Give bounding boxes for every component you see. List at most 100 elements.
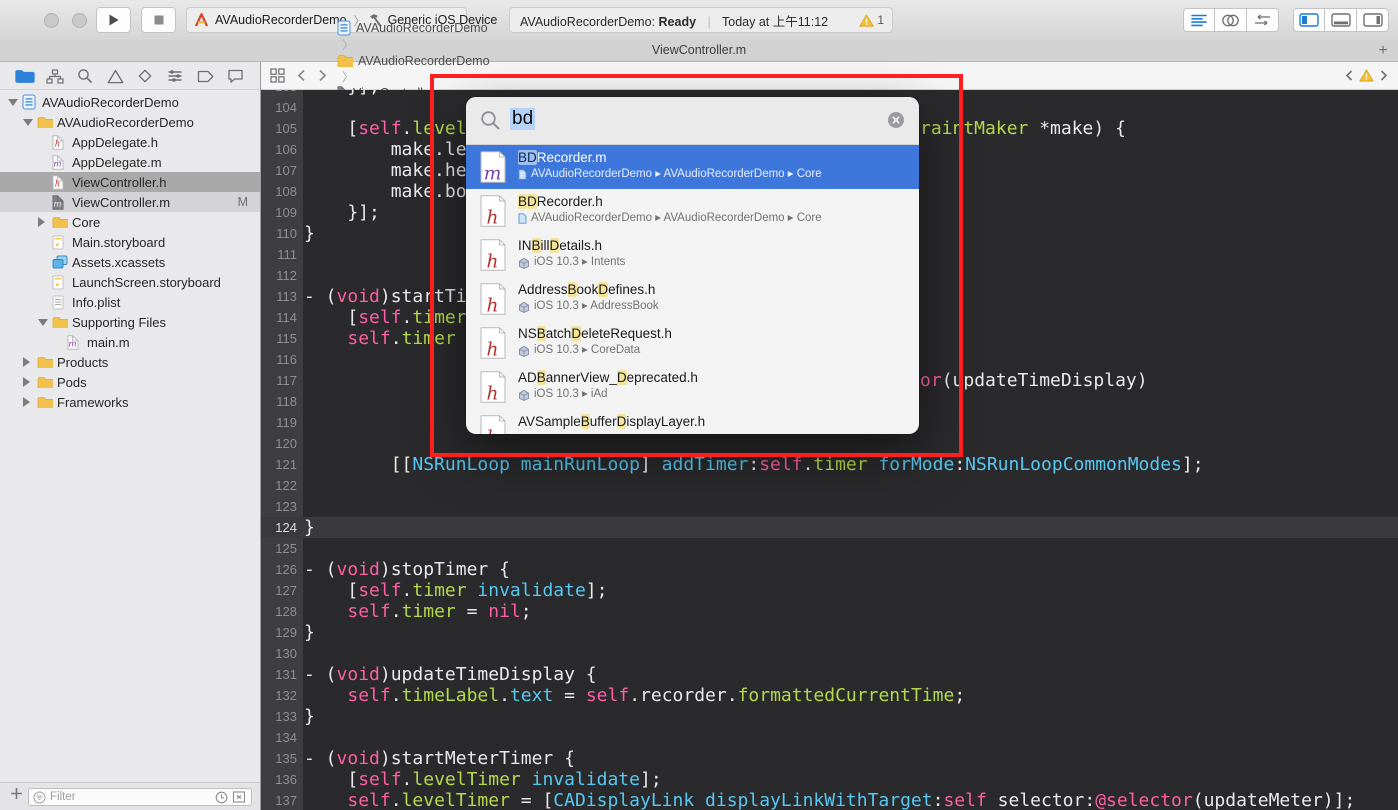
breadcrumb-item[interactable]: AVAudioRecorderDemo — [337, 54, 538, 68]
line-number[interactable]: 128 — [261, 601, 297, 622]
line-number[interactable]: 134 — [261, 727, 297, 748]
sidebar-item-viewcontroller-h[interactable]: hViewController.h — [0, 172, 260, 192]
disclosure-closed-icon[interactable] — [23, 357, 30, 367]
line-number[interactable]: 107 — [261, 160, 297, 181]
line-number[interactable]: 137 — [261, 790, 297, 810]
line-number[interactable]: 111 — [261, 244, 297, 265]
minimize-window-button[interactable] — [72, 13, 87, 28]
symbol-navigator-icon[interactable] — [45, 67, 65, 85]
search-input[interactable]: bd — [510, 108, 535, 130]
sidebar-item-main-storyboard[interactable]: Main.storyboard — [0, 232, 260, 252]
scheme-project-label[interactable]: AVAudioRecorderDemo — [215, 13, 347, 27]
code-line-133[interactable]: 133} — [261, 706, 1398, 727]
code-line-130[interactable]: 130 — [261, 643, 1398, 664]
stop-button[interactable] — [141, 7, 176, 33]
line-number[interactable]: 106 — [261, 139, 297, 160]
sidebar-item-avaudiorecorderdemo[interactable]: AVAudioRecorderDemo — [0, 112, 260, 132]
line-number[interactable]: 124 — [261, 517, 297, 538]
code-line-120[interactable]: 120 — [261, 433, 1398, 454]
code-line-136[interactable]: 136 [self.levelTimer invalidate]; — [261, 769, 1398, 790]
line-number[interactable]: 122 — [261, 475, 297, 496]
line-number[interactable]: 119 — [261, 412, 297, 433]
breakpoint-navigator-icon[interactable] — [195, 67, 215, 85]
line-number[interactable]: 103 — [261, 90, 297, 97]
previous-issue-icon[interactable] — [1345, 70, 1353, 81]
code-line-103[interactable]: 103 }]; — [261, 90, 1398, 97]
test-navigator-icon[interactable] — [135, 67, 155, 85]
line-number[interactable]: 113 — [261, 286, 297, 307]
line-number[interactable]: 136 — [261, 769, 297, 790]
toggle-debug-area-button[interactable] — [1325, 8, 1357, 32]
open-quickly-result[interactable]: hAVSampleBufferDisplayLayer.h — [466, 409, 919, 434]
recent-files-clock-icon[interactable] — [215, 791, 228, 804]
sidebar-item-appdelegate-m[interactable]: mAppDelegate.m — [0, 152, 260, 172]
code-line-126[interactable]: 126- (void)stopTimer { — [261, 559, 1398, 580]
standard-editor-button[interactable] — [1183, 8, 1215, 32]
disclosure-closed-icon[interactable] — [23, 397, 30, 407]
code-line-123[interactable]: 123 — [261, 496, 1398, 517]
line-number[interactable]: 104 — [261, 97, 297, 118]
open-quickly-result[interactable]: hAddressBookDefines.hiOS 10.3 ▸ AddressB… — [466, 277, 919, 321]
line-number[interactable]: 120 — [261, 433, 297, 454]
code-line-122[interactable]: 122 — [261, 475, 1398, 496]
sidebar-item-supporting-files[interactable]: Supporting Files — [0, 312, 260, 332]
line-number[interactable]: 110 — [261, 223, 297, 244]
issue-warning-icon[interactable] — [1359, 69, 1374, 82]
sidebar-item-launchscreen-storyboard[interactable]: LaunchScreen.storyboard — [0, 272, 260, 292]
line-number[interactable]: 131 — [261, 664, 297, 685]
code-line-128[interactable]: 128 self.timer = nil; — [261, 601, 1398, 622]
sidebar-item-frameworks[interactable]: Frameworks — [0, 392, 260, 412]
warning-badge[interactable]: 1 — [859, 13, 884, 27]
project-navigator-icon[interactable] — [15, 67, 35, 85]
line-number[interactable]: 132 — [261, 685, 297, 706]
disclosure-open-icon[interactable] — [38, 319, 48, 326]
version-editor-button[interactable] — [1247, 8, 1279, 32]
sidebar-item-viewcontroller-m[interactable]: mViewController.mM — [0, 192, 260, 212]
breadcrumb-item[interactable]: AVAudioRecorderDemo — [337, 20, 538, 36]
sidebar-item-info-plist[interactable]: Info.plist — [0, 292, 260, 312]
code-line-135[interactable]: 135- (void)startMeterTimer { — [261, 748, 1398, 769]
close-window-button[interactable] — [44, 13, 59, 28]
line-number[interactable]: 125 — [261, 538, 297, 559]
open-quickly-result[interactable]: hBDRecorder.hAVAudioRecorderDemo ▸ AVAud… — [466, 189, 919, 233]
code-line-134[interactable]: 134 — [261, 727, 1398, 748]
disclosure-closed-icon[interactable] — [23, 377, 30, 387]
line-number[interactable]: 112 — [261, 265, 297, 286]
scm-status-filter-icon[interactable] — [232, 791, 246, 803]
sidebar-item-core[interactable]: Core — [0, 212, 260, 232]
sidebar-item-products[interactable]: Products — [0, 352, 260, 372]
line-number[interactable]: 129 — [261, 622, 297, 643]
filter-input[interactable]: Filter — [28, 788, 252, 806]
new-tab-button[interactable]: + — [1374, 41, 1392, 61]
code-line-129[interactable]: 129} — [261, 622, 1398, 643]
find-navigator-icon[interactable] — [75, 67, 95, 85]
line-number[interactable]: 109 — [261, 202, 297, 223]
clear-search-icon[interactable] — [887, 111, 905, 129]
line-number[interactable]: 130 — [261, 643, 297, 664]
assistant-editor-button[interactable] — [1215, 8, 1247, 32]
related-items-icon[interactable] — [270, 68, 285, 83]
line-number[interactable]: 114 — [261, 307, 297, 328]
forward-chevron-icon[interactable] — [318, 69, 327, 82]
line-number[interactable]: 118 — [261, 391, 297, 412]
sidebar-item-main-m[interactable]: mmain.m — [0, 332, 260, 352]
issue-navigator-icon[interactable] — [105, 67, 125, 85]
code-line-131[interactable]: 131- (void)updateTimeDisplay { — [261, 664, 1398, 685]
open-quickly-result[interactable]: mBDRecorder.mAVAudioRecorderDemo ▸ AVAud… — [466, 145, 919, 189]
toggle-inspector-button[interactable] — [1357, 8, 1389, 32]
back-chevron-icon[interactable] — [297, 69, 306, 82]
line-number[interactable]: 117 — [261, 370, 297, 391]
line-number[interactable]: 105 — [261, 118, 297, 139]
line-number[interactable]: 121 — [261, 454, 297, 475]
code-line-124[interactable]: 124} — [261, 517, 1398, 538]
disclosure-open-icon[interactable] — [8, 99, 18, 106]
report-navigator-icon[interactable] — [225, 67, 245, 85]
next-issue-icon[interactable] — [1380, 70, 1388, 81]
sidebar-item-avaudiorecorderdemo[interactable]: AVAudioRecorderDemo — [0, 92, 260, 112]
line-number[interactable]: 123 — [261, 496, 297, 517]
sidebar-item-pods[interactable]: Pods — [0, 372, 260, 392]
code-line-127[interactable]: 127 [self.timer invalidate]; — [261, 580, 1398, 601]
line-number[interactable]: 133 — [261, 706, 297, 727]
debug-navigator-icon[interactable] — [165, 67, 185, 85]
code-line-121[interactable]: 121 [[NSRunLoop mainRunLoop] addTimer:se… — [261, 454, 1398, 475]
